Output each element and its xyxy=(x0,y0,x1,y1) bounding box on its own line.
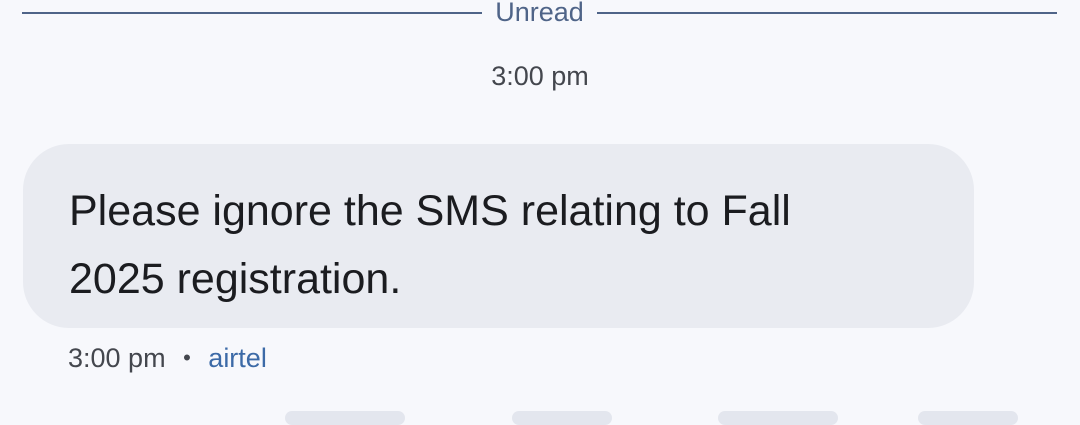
suggestion-chip-peek[interactable] xyxy=(718,411,838,425)
message-time: 3:00 pm xyxy=(68,343,166,373)
message-meta: 3:00 pm • airtel xyxy=(68,340,267,378)
message-group-timestamp: 3:00 pm xyxy=(491,61,589,91)
unread-divider-line-right xyxy=(597,12,1057,14)
suggestion-chip-peek[interactable] xyxy=(918,411,1018,425)
suggestion-chip-peek[interactable] xyxy=(512,411,612,425)
unread-divider: Unread xyxy=(22,0,1057,28)
meta-separator: • xyxy=(183,345,191,370)
unread-divider-label: Unread xyxy=(495,0,584,27)
message-text: Please ignore the SMS relating to Fall 2… xyxy=(69,187,791,303)
sim-carrier-label[interactable]: airtel xyxy=(208,343,267,373)
message-bubble[interactable]: Please ignore the SMS relating to Fall 2… xyxy=(23,144,974,328)
suggestion-chip-peek[interactable] xyxy=(285,411,405,425)
